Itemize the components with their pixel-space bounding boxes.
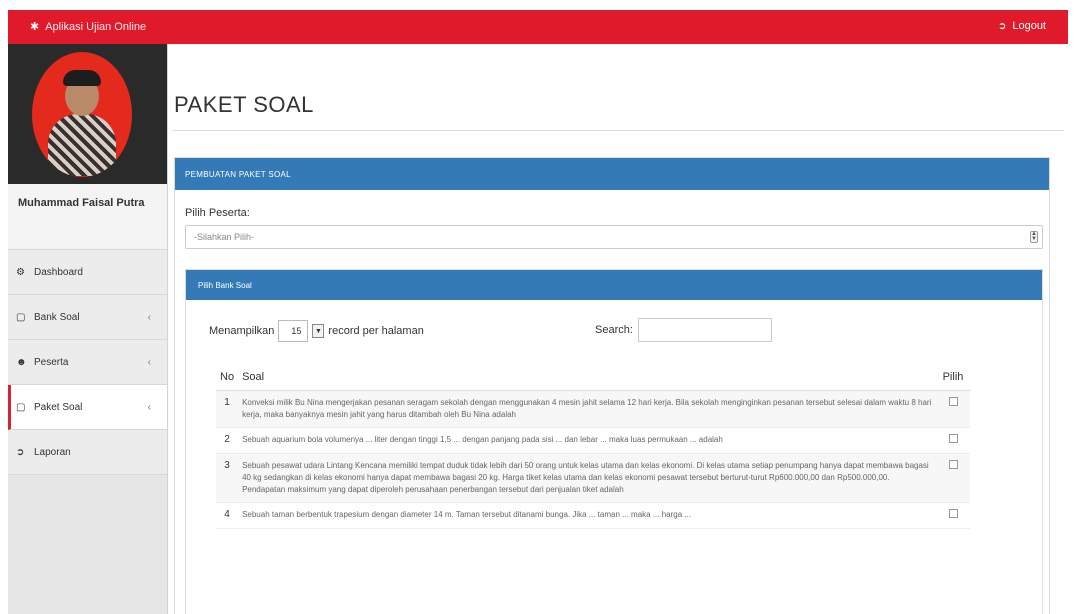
- soal-table: No Soal Pilih 1 Konveksi milik Bu Nina m…: [216, 364, 970, 529]
- user-icon: ☻: [16, 356, 27, 368]
- sidebar-item-label: Dashboard: [34, 266, 83, 278]
- divider: [172, 130, 1064, 131]
- square-icon: ▢: [16, 401, 26, 413]
- chevron-left-icon: ‹: [147, 311, 151, 323]
- signout-icon: ➲: [997, 20, 1007, 32]
- user-name: Muhammad Faisal Putra: [8, 184, 167, 250]
- col-header-pilih[interactable]: Pilih: [936, 364, 970, 391]
- sidebar-item-label: Bank Soal: [34, 311, 80, 323]
- chevron-left-icon: ‹: [147, 401, 151, 413]
- paket-soal-panel: PEMBUATAN PAKET SOAL Pilih Peserta: -Sil…: [174, 157, 1050, 614]
- signout-icon: ➲: [16, 446, 25, 458]
- app-title: Aplikasi Ujian Online: [45, 20, 147, 33]
- sidebar-item-paket-soal[interactable]: ▢ Paket Soal ‹: [8, 385, 167, 430]
- page-length-control: Menampilkan 15 ▼ record per halaman: [209, 320, 424, 342]
- row-soal: Sebuah aquarium bola volumenya ... liter…: [238, 427, 936, 454]
- table-row: 1 Konveksi milik Bu Nina mengerjakan pes…: [216, 390, 970, 428]
- row-soal: Sebuah taman berbentuk trapesium dengan …: [238, 502, 936, 529]
- row-pilih: [936, 390, 970, 428]
- col-header-no[interactable]: No: [216, 364, 239, 391]
- select-checkbox[interactable]: [948, 397, 958, 406]
- sidebar: Muhammad Faisal Putra ⚙ Dashboard ▢ Bank…: [8, 44, 168, 614]
- select-checkbox[interactable]: [948, 509, 958, 518]
- row-pilih: [936, 427, 970, 454]
- sidebar-item-dashboard[interactable]: ⚙ Dashboard: [8, 250, 167, 295]
- search-input[interactable]: [638, 318, 772, 342]
- main-content: PAKET SOAL PEMBUATAN PAKET SOAL Pilih Pe…: [168, 44, 1068, 614]
- table-row: 2 Sebuah aquarium bola volumenya ... lit…: [216, 427, 970, 454]
- row-number: 1: [216, 390, 239, 428]
- select-checkbox[interactable]: [948, 460, 958, 469]
- peserta-select[interactable]: -Silahkan Pilih- ▲ ▼: [185, 225, 1043, 249]
- avatar-panel: [8, 44, 167, 184]
- row-number: 2: [216, 427, 239, 454]
- square-icon: ▢: [16, 311, 26, 323]
- sidebar-item-bank-soal[interactable]: ▢ Bank Soal ‹: [8, 295, 167, 340]
- length-suffix: record per halaman: [328, 325, 424, 337]
- peserta-label: Pilih Peserta:: [185, 207, 250, 219]
- sidebar-item-peserta[interactable]: ☻ Peserta ‹: [8, 340, 167, 385]
- table-row: 4 Sebuah taman berbentuk trapesium denga…: [216, 502, 970, 529]
- row-pilih: [936, 453, 970, 503]
- sidebar-item-label: Paket Soal: [34, 401, 83, 413]
- sidebar-item-laporan[interactable]: ➲ Laporan: [8, 430, 167, 475]
- sidebar-menu: ⚙ Dashboard ▢ Bank Soal ‹ ☻ Peserta ‹ ▢ …: [8, 250, 167, 475]
- app-brand[interactable]: ✱ Aplikasi Ujian Online: [30, 20, 147, 34]
- dashboard-icon: ⚙: [16, 266, 25, 278]
- sidebar-item-label: Peserta: [34, 356, 69, 368]
- page-title: PAKET SOAL: [174, 92, 314, 117]
- avatar: [32, 52, 132, 177]
- table-header-row: No Soal Pilih: [216, 364, 970, 391]
- row-soal: Sebuah pesawat udara Lintang Kencana mem…: [238, 453, 936, 503]
- select-checkbox[interactable]: [948, 434, 958, 443]
- top-navbar: ✱ Aplikasi Ujian Online ➲ Logout: [8, 10, 1068, 44]
- logout-link[interactable]: ➲ Logout: [998, 20, 1046, 32]
- chevron-left-icon: ‹: [147, 356, 151, 368]
- col-header-soal[interactable]: Soal: [238, 364, 936, 391]
- bank-soal-panel: Pilih Bank Soal Menampilkan 15 ▼ record …: [185, 269, 1043, 614]
- row-number: 4: [216, 502, 239, 529]
- row-soal: Konveksi milik Bu Nina mengerjakan pesan…: [238, 390, 936, 428]
- length-prefix: Menampilkan: [209, 325, 275, 337]
- select-arrows-icon: ▲ ▼: [1030, 231, 1038, 243]
- row-number: 3: [216, 453, 239, 503]
- search-label: Search:: [595, 324, 633, 336]
- gear-icon: ✱: [30, 21, 40, 33]
- table-row: 3 Sebuah pesawat udara Lintang Kencana m…: [216, 453, 970, 503]
- sidebar-item-label: Laporan: [34, 446, 71, 458]
- bank-soal-heading: Pilih Bank Soal: [186, 270, 1042, 300]
- page-length-select[interactable]: 15: [278, 320, 309, 342]
- row-pilih: [936, 502, 970, 529]
- panel-heading: PEMBUATAN PAKET SOAL: [175, 158, 1049, 190]
- peserta-selected-value: -Silahkan Pilih-: [194, 232, 255, 242]
- chevron-down-icon[interactable]: ▼: [312, 324, 325, 338]
- logout-label: Logout: [1012, 20, 1046, 32]
